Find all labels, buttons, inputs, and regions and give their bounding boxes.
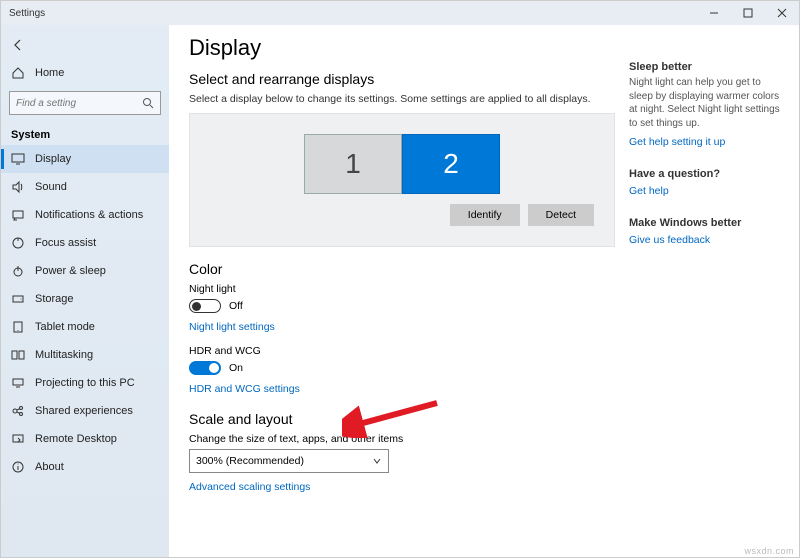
- notifications-icon: [11, 208, 25, 222]
- sidebar-item-shared-experiences[interactable]: Shared experiences: [1, 397, 169, 425]
- sidebar-item-about[interactable]: About: [1, 453, 169, 481]
- maximize-button[interactable]: [731, 1, 765, 25]
- tablet-icon: [11, 320, 25, 334]
- detect-button[interactable]: Detect: [528, 204, 594, 226]
- minimize-button[interactable]: [697, 1, 731, 25]
- monitor-1[interactable]: 1: [304, 134, 402, 194]
- rearrange-heading: Select and rearrange displays: [189, 71, 615, 87]
- storage-icon: [11, 292, 25, 306]
- sleep-heading: Sleep better: [629, 61, 787, 73]
- night-light-state: Off: [229, 300, 243, 312]
- sidebar-item-power-sleep[interactable]: Power & sleep: [1, 257, 169, 285]
- right-panel: Sleep better Night light can help you ge…: [629, 25, 799, 557]
- night-light-toggle[interactable]: [189, 299, 221, 313]
- question-heading: Have a question?: [629, 168, 787, 180]
- power-icon: [11, 264, 25, 278]
- sidebar: Home System Display Sound Notifications …: [1, 25, 169, 557]
- hdr-label: HDR and WCG: [189, 345, 615, 357]
- rearrange-desc: Select a display below to change its set…: [189, 93, 615, 105]
- hdr-state: On: [229, 362, 243, 374]
- feedback-link[interactable]: Give us feedback: [629, 234, 710, 246]
- projecting-icon: [11, 376, 25, 390]
- sidebar-item-projecting[interactable]: Projecting to this PC: [1, 369, 169, 397]
- page-title: Display: [189, 35, 615, 61]
- sound-icon: [11, 180, 25, 194]
- color-heading: Color: [189, 261, 615, 277]
- sidebar-item-label: Sound: [35, 181, 67, 193]
- night-light-label: Night light: [189, 283, 615, 295]
- sleep-link[interactable]: Get help setting it up: [629, 136, 725, 148]
- watermark: wsxdn.com: [744, 546, 794, 556]
- advanced-scaling-link[interactable]: Advanced scaling settings: [189, 481, 310, 493]
- sidebar-item-label: Focus assist: [35, 237, 96, 249]
- scale-select[interactable]: 300% (Recommended): [189, 449, 389, 473]
- shared-icon: [11, 404, 25, 418]
- sleep-desc: Night light can help you get to sleep by…: [629, 76, 787, 130]
- chevron-down-icon: [372, 456, 382, 466]
- sidebar-item-label: Notifications & actions: [35, 209, 143, 221]
- search-input[interactable]: [9, 91, 161, 115]
- window-title: Settings: [9, 8, 45, 19]
- back-arrow-icon: [11, 38, 25, 52]
- about-icon: [11, 460, 25, 474]
- back-button[interactable]: [1, 31, 169, 59]
- sidebar-item-label: Display: [35, 153, 71, 165]
- sidebar-item-storage[interactable]: Storage: [1, 285, 169, 313]
- sidebar-item-label: Multitasking: [35, 349, 93, 361]
- sidebar-heading: System: [1, 123, 169, 145]
- sidebar-item-label: Storage: [35, 293, 74, 305]
- sidebar-item-label: About: [35, 461, 64, 473]
- scale-heading: Scale and layout: [189, 411, 615, 427]
- sidebar-item-label: Shared experiences: [35, 405, 133, 417]
- sidebar-item-remote-desktop[interactable]: Remote Desktop: [1, 425, 169, 453]
- main-content: Display Select and rearrange displays Se…: [169, 25, 629, 557]
- sidebar-item-tablet-mode[interactable]: Tablet mode: [1, 313, 169, 341]
- home-label: Home: [35, 67, 64, 79]
- sidebar-item-label: Tablet mode: [35, 321, 95, 333]
- home-icon: [11, 66, 25, 80]
- sidebar-item-multitasking[interactable]: Multitasking: [1, 341, 169, 369]
- sidebar-item-label: Power & sleep: [35, 265, 106, 277]
- close-button[interactable]: [765, 1, 799, 25]
- focus-assist-icon: [11, 236, 25, 250]
- feedback-heading: Make Windows better: [629, 217, 787, 229]
- sidebar-item-label: Projecting to this PC: [35, 377, 135, 389]
- scale-label: Change the size of text, apps, and other…: [189, 433, 615, 445]
- night-light-settings-link[interactable]: Night light settings: [189, 321, 275, 333]
- multitasking-icon: [11, 348, 25, 362]
- sidebar-item-focus-assist[interactable]: Focus assist: [1, 229, 169, 257]
- identify-button[interactable]: Identify: [450, 204, 520, 226]
- sidebar-item-notifications[interactable]: Notifications & actions: [1, 201, 169, 229]
- display-icon: [11, 152, 25, 166]
- sidebar-item-sound[interactable]: Sound: [1, 173, 169, 201]
- remote-desktop-icon: [11, 432, 25, 446]
- hdr-settings-link[interactable]: HDR and WCG settings: [189, 383, 300, 395]
- display-arrangement-area[interactable]: 1 2 Identify Detect: [189, 113, 615, 247]
- monitor-2[interactable]: 2: [402, 134, 500, 194]
- sidebar-item-label: Remote Desktop: [35, 433, 117, 445]
- titlebar: Settings: [1, 1, 799, 25]
- sidebar-item-display[interactable]: Display: [1, 145, 169, 173]
- search-icon: [141, 96, 155, 110]
- scale-value: 300% (Recommended): [196, 455, 304, 467]
- home-nav[interactable]: Home: [1, 59, 169, 87]
- hdr-toggle[interactable]: [189, 361, 221, 375]
- get-help-link[interactable]: Get help: [629, 185, 669, 197]
